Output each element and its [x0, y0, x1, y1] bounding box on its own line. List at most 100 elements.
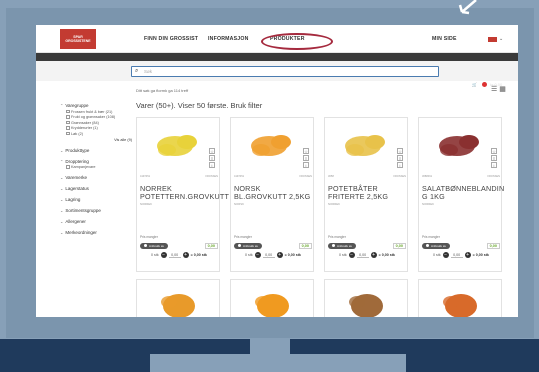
- product-card[interactable]: ☆ ≡ i 3088461 FROSSEN SALATBØNNEBLANDIN …: [418, 117, 504, 272]
- product-meta: 3088461 FROSSEN: [422, 175, 500, 178]
- info-icon[interactable]: i: [491, 162, 497, 168]
- products-highlight-circle: [261, 33, 333, 50]
- nav-my-page[interactable]: MIN SIDE: [432, 36, 457, 42]
- qty-text: 0 stk: [151, 253, 159, 257]
- checkbox-icon[interactable]: [66, 165, 70, 169]
- nav-find-wholesaler[interactable]: FINN DIN GROSSIST: [144, 36, 198, 42]
- favorite-icon[interactable]: ☆: [397, 148, 403, 154]
- order-toggle[interactable]: Anbrekk av: [140, 242, 169, 249]
- order-toggle[interactable]: Anbrekk av: [328, 242, 357, 249]
- nav-information[interactable]: INFORMASJON: [208, 36, 249, 42]
- grid-view-icon[interactable]: ▦: [499, 86, 508, 93]
- order-label: Anbrekk av: [243, 243, 259, 248]
- product-card[interactable]: [230, 279, 314, 317]
- product-card[interactable]: ☆ ≡ i 4197451 FROSSEN NORSK BL.GROVKUTT …: [230, 117, 314, 272]
- product-name[interactable]: NORREK POTETTERN.GROVKUTT: [140, 185, 229, 200]
- product-card[interactable]: ☆ ≡ i 3058 FROSSEN POTETBÅTER FRITERTE 2…: [324, 117, 408, 272]
- qty-input[interactable]: 0,00: [450, 253, 463, 258]
- card-actions: ☆ ≡ i: [209, 148, 216, 169]
- product-code: 3058: [328, 175, 334, 178]
- info-icon[interactable]: i: [397, 162, 403, 168]
- favorite-icon[interactable]: ☆: [303, 148, 309, 154]
- product-card[interactable]: ☆ ≡ i 4197451 FROSSEN NORREK POTETTERN.G…: [136, 117, 229, 272]
- plus-icon[interactable]: +: [276, 252, 283, 258]
- filter-option[interactable]: Frukt og grønnsaker (108): [66, 115, 132, 119]
- product-meta: 3058 FROSSEN: [328, 175, 406, 178]
- filter-group-header[interactable]: ⌄ Varemerke: [60, 175, 132, 180]
- flag-icon[interactable]: [488, 37, 497, 42]
- list-add-icon[interactable]: ≡: [209, 155, 215, 161]
- order-row: Anbrekk av 0,00: [140, 242, 218, 249]
- filter-group-label: Merkeordninger: [65, 230, 97, 235]
- order-amount: 0,00: [392, 242, 406, 249]
- filter-option[interactable]: Frossen frukt & bær (21): [66, 110, 132, 114]
- product-code: 4197451: [234, 175, 245, 178]
- checkbox-icon[interactable]: [66, 115, 70, 119]
- chevron-down-icon: ⌄: [60, 186, 64, 191]
- filter-option-label: Krydderurter (1): [71, 126, 98, 130]
- qty-text: 0 stk: [339, 253, 347, 257]
- quantity-stepper: 0 stk − 0,00 + = 0,00 stk: [234, 252, 312, 258]
- chevron-down-icon[interactable]: ⌄: [499, 36, 503, 42]
- chevron-down-icon: ⌄: [60, 219, 64, 224]
- list-add-icon[interactable]: ≡: [491, 155, 497, 161]
- product-image: [161, 294, 195, 317]
- quantity-stepper: 0 stk − 0,00 + = 0,00 stk: [140, 252, 218, 258]
- plus-icon[interactable]: +: [464, 252, 471, 258]
- filter-group-header[interactable]: ⌃ Dropptering: [60, 159, 132, 164]
- order-toggle[interactable]: Anbrekk av: [422, 242, 451, 249]
- filter-option[interactable]: Grønnsaker (84): [66, 121, 132, 125]
- product-tag: FROSSEN: [205, 175, 218, 178]
- product-image: [349, 294, 383, 317]
- filter-group-header[interactable]: ⌄ Allergener: [60, 219, 132, 224]
- order-amount: 0,00: [486, 242, 500, 249]
- plus-icon[interactable]: +: [182, 252, 189, 258]
- product-name[interactable]: POTETBÅTER FRITERTE 2,5KG: [328, 185, 408, 200]
- product-card[interactable]: [418, 279, 502, 317]
- minus-icon[interactable]: −: [442, 252, 449, 258]
- filter-group-header[interactable]: ⌄ Sortimentsgruppe: [60, 208, 132, 213]
- checkbox-icon[interactable]: [66, 126, 70, 130]
- product-name[interactable]: SALATBØNNEBLANDIN G 1KG: [422, 185, 504, 200]
- search-bar-area: ⌕ Søk: [36, 61, 518, 81]
- chevron-up-icon: ⌃: [60, 103, 64, 108]
- qty-input[interactable]: 0,00: [262, 253, 275, 258]
- info-icon[interactable]: i: [209, 162, 215, 168]
- cart-icon[interactable]: 🛒: [472, 82, 477, 87]
- filter-option[interactable]: Krydderurter (1): [66, 126, 132, 130]
- qty-input[interactable]: 0,00: [356, 253, 369, 258]
- filter-group-header[interactable]: ⌃ Varegruppe: [60, 103, 132, 108]
- brand-logo[interactable]: SPAR GROSSISTENE: [60, 29, 96, 49]
- product-tag: FROSSEN: [487, 175, 500, 178]
- arrow-icon: [458, 0, 477, 15]
- checkbox-icon[interactable]: [66, 120, 70, 125]
- list-add-icon[interactable]: ≡: [303, 155, 309, 161]
- product-name[interactable]: NORSK BL.GROVKUTT 2,5KG: [234, 185, 314, 200]
- favorite-icon[interactable]: ☆: [491, 148, 497, 154]
- search-input[interactable]: ⌕ Søk: [131, 66, 439, 77]
- minus-icon[interactable]: −: [160, 252, 167, 258]
- toggle-dot-icon: [238, 244, 241, 247]
- minus-icon[interactable]: −: [254, 252, 261, 258]
- price-label: Pris mangler: [422, 235, 440, 239]
- list-add-icon[interactable]: ≡: [397, 155, 403, 161]
- favorite-icon[interactable]: ☆: [209, 148, 215, 154]
- product-card[interactable]: [136, 279, 220, 317]
- checkbox-icon[interactable]: [66, 131, 70, 136]
- filter-group-header[interactable]: ⌄ Lagring: [60, 197, 132, 202]
- order-toggle[interactable]: Anbrekk av: [234, 242, 263, 249]
- order-label: Anbrekk av: [431, 243, 447, 248]
- checkbox-icon[interactable]: [66, 109, 70, 114]
- product-card[interactable]: [324, 279, 408, 317]
- filter-option[interactable]: Kampanjevare: [66, 165, 132, 169]
- filter-option[interactable]: Løk (2): [66, 132, 132, 136]
- plus-icon[interactable]: +: [370, 252, 377, 258]
- show-all-link[interactable]: Vis alle (9): [60, 138, 132, 142]
- filter-group-header[interactable]: ⌄ Lagerstatus: [60, 186, 132, 191]
- filter-group-header[interactable]: ⌄ Produkttype: [60, 148, 132, 153]
- info-icon[interactable]: i: [303, 162, 309, 168]
- order-amount: 0,00: [298, 242, 312, 249]
- filter-group-header[interactable]: ⌄ Merkeordninger: [60, 230, 132, 235]
- qty-input[interactable]: 0,00: [168, 253, 181, 258]
- minus-icon[interactable]: −: [348, 252, 355, 258]
